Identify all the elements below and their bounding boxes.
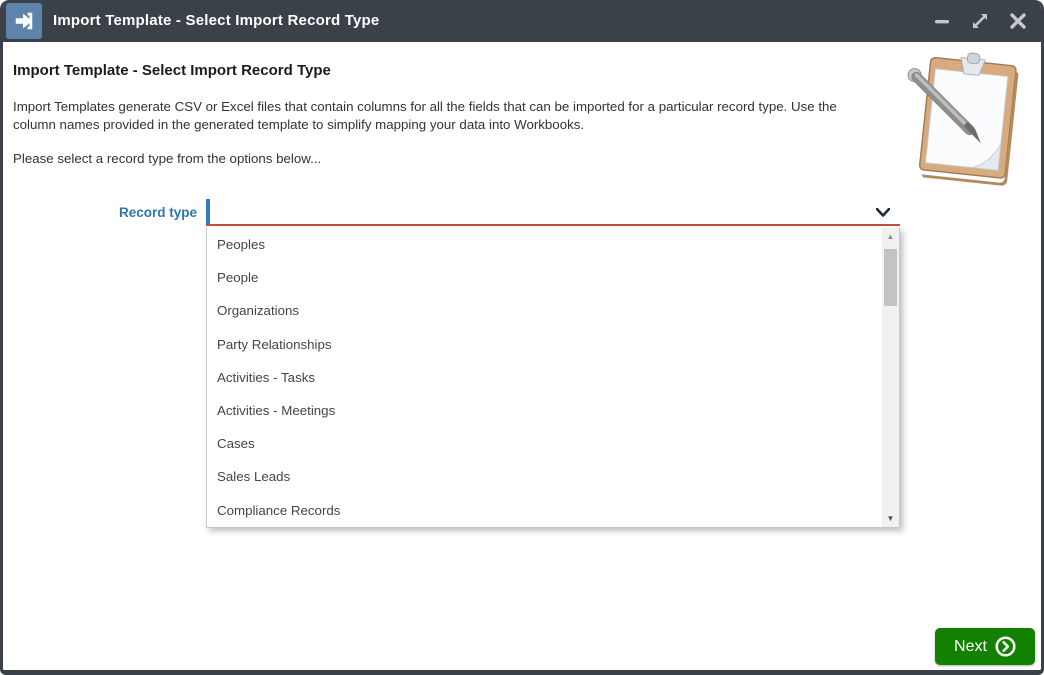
select-prompt: Please select a record type from the opt… (13, 151, 322, 166)
dropdown-option[interactable]: People (207, 261, 899, 295)
next-button[interactable]: Next (935, 628, 1035, 665)
clipboard-pen-illustration (895, 50, 1035, 186)
dropdown-option[interactable]: Activities - Tasks (207, 360, 899, 394)
titlebar[interactable]: Import Template - Select Import Record T… (3, 0, 1041, 42)
circled-chevron-right-icon (995, 636, 1016, 657)
import-template-dialog: Import Template - Select Import Record T… (0, 0, 1044, 675)
intro-paragraph: Import Templates generate CSV or Excel f… (13, 99, 837, 132)
dropdown-option[interactable]: Sales Leads (207, 460, 899, 494)
dropdown-option[interactable]: Peoples (207, 228, 899, 262)
close-button[interactable] (1006, 9, 1030, 33)
dropdown-option[interactable]: Party Relationships (207, 327, 899, 361)
text-caret (206, 199, 210, 224)
record-type-input[interactable] (212, 200, 862, 224)
scroll-down-arrow-icon[interactable]: ▼ (882, 510, 899, 527)
record-type-dropdown: Peoples People Organizations Party Relat… (206, 228, 900, 528)
next-button-label: Next (954, 637, 987, 655)
page-title: Import Template - Select Import Record T… (13, 62, 331, 79)
window-title: Import Template - Select Import Record T… (53, 12, 380, 29)
dropdown-option[interactable]: Compliance Records (207, 493, 899, 527)
dialog-content: Import Template - Select Import Record T… (3, 42, 1041, 670)
dropdown-scrollbar[interactable]: ▲ ▼ (882, 228, 899, 527)
maximize-button[interactable] (968, 9, 992, 33)
dropdown-option[interactable]: Organizations (207, 294, 899, 328)
dropdown-option[interactable]: Cases (207, 427, 899, 461)
record-type-label: Record type (118, 205, 197, 220)
dropdown-option[interactable]: Activities - Meetings (207, 393, 899, 428)
chevron-down-icon[interactable] (875, 204, 891, 222)
scroll-up-arrow-icon[interactable]: ▲ (882, 228, 899, 245)
record-type-combobox[interactable] (206, 198, 900, 226)
scrollbar-thumb[interactable] (884, 249, 897, 306)
minimize-button[interactable] (930, 9, 954, 33)
import-icon (6, 3, 42, 39)
